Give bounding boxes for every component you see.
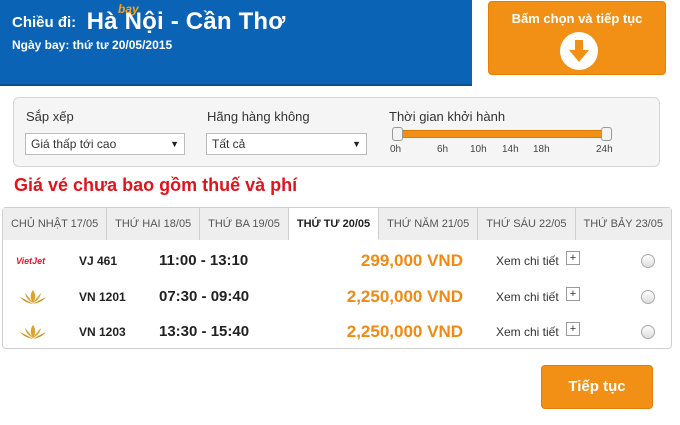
- tick-label: 18h: [533, 144, 550, 155]
- view-detail-link[interactable]: Xem chi tiết: [496, 325, 559, 339]
- dropdown-arrow-icon: ▼: [170, 139, 179, 149]
- tab-day-active[interactable]: THỨ TƯ 20/05: [288, 208, 380, 240]
- flight-code: VN 1201: [79, 290, 126, 304]
- expand-plus-icon[interactable]: +: [566, 251, 580, 265]
- tick-label: 24h: [596, 144, 613, 155]
- arrow-down-circle-icon: [560, 32, 598, 70]
- flight-row[interactable]: VietJet VJ 461 11:00 - 13:10 299,000 VND…: [3, 243, 671, 279]
- lotus-logo-icon: [15, 287, 51, 307]
- flight-code: VJ 461: [79, 254, 118, 268]
- airline-select[interactable]: Tất cả ▼: [206, 133, 367, 155]
- airline-select-value: Tất cả: [212, 137, 246, 151]
- select-flight-radio[interactable]: [641, 290, 655, 304]
- flight-price: 299,000 VND: [360, 251, 463, 270]
- tab-day[interactable]: THỨ BẢY 23/05: [575, 208, 671, 240]
- select-flight-radio[interactable]: [641, 325, 655, 339]
- flight-date: Ngày bay: thứ tư 20/05/2015: [12, 38, 173, 52]
- tax-notice: Giá vé chưa bao gồm thuế và phí: [14, 175, 298, 195]
- flight-time: 13:30 - 15:40: [159, 323, 250, 340]
- tab-day[interactable]: THỨ BA 19/05: [200, 208, 289, 240]
- results-table: CHỦ NHẬT 17/05 THỨ HAI 18/05 THỨ BA 19/0…: [2, 207, 672, 349]
- slider-start-handle[interactable]: [392, 127, 403, 141]
- expand-plus-icon[interactable]: +: [566, 287, 580, 301]
- departure-time-slider[interactable]: [392, 127, 612, 141]
- route-name: Hà Nội - Cần Thơ: [86, 8, 286, 35]
- tick-label: 10h: [470, 144, 487, 155]
- slider-end-handle[interactable]: [601, 127, 612, 141]
- route-prefix: Chiều đi:: [12, 14, 77, 31]
- tab-day[interactable]: THỨ SÁU 22/05: [478, 208, 576, 240]
- sort-select-value: Giá thấp tới cao: [31, 137, 117, 151]
- flight-selection-page: Chiều đi: Hà Nội - Cần Thơ bay Ngày bay:…: [0, 0, 680, 425]
- flight-code: VN 1203: [79, 325, 126, 339]
- sort-select[interactable]: Giá thấp tới cao ▼: [25, 133, 185, 155]
- view-detail-link[interactable]: Xem chi tiết: [496, 290, 559, 304]
- day-tabs: CHỦ NHẬT 17/05 THỨ HAI 18/05 THỨ BA 19/0…: [3, 208, 671, 240]
- flight-price: 2,250,000 VND: [346, 287, 463, 306]
- flight-price: 2,250,000 VND: [346, 322, 463, 341]
- expand-plus-icon[interactable]: +: [566, 322, 580, 336]
- tab-day[interactable]: THỨ HAI 18/05: [107, 208, 201, 240]
- tick-label: 14h: [502, 144, 519, 155]
- select-and-continue-label: Bấm chọn và tiếp tục: [511, 11, 643, 26]
- select-and-continue-button[interactable]: Bấm chọn và tiếp tục: [488, 1, 666, 75]
- filter-panel: Sắp xếp Giá thấp tới cao ▼ Hãng hàng khô…: [13, 97, 660, 167]
- airline-label: Hãng hàng không: [207, 109, 310, 124]
- vietjet-logo-text: VietJet: [16, 256, 46, 266]
- tick-label: 6h: [437, 144, 449, 155]
- flight-row[interactable]: VN 1203 13:30 - 15:40 2,250,000 VND Xem …: [3, 314, 671, 350]
- tab-day[interactable]: CHỦ NHẬT 17/05: [3, 208, 108, 240]
- tick-label: 0h: [390, 144, 402, 155]
- flight-time: 07:30 - 09:40: [159, 288, 250, 305]
- dropdown-arrow-icon: ▼: [352, 139, 361, 149]
- departure-time-label: Thời gian khởi hành: [389, 109, 506, 124]
- view-detail-link[interactable]: Xem chi tiết: [496, 254, 559, 268]
- tab-day[interactable]: THỨ NĂM 21/05: [379, 208, 479, 240]
- route-title: Chiều đi: Hà Nội - Cần Thơ bay: [12, 2, 286, 36]
- lotus-logo-icon: [15, 322, 51, 342]
- sort-label: Sắp xếp: [26, 109, 74, 124]
- vietjet-logo-icon: VietJet: [15, 251, 51, 271]
- bay-mark: bay: [118, 2, 139, 16]
- continue-button[interactable]: Tiếp tục: [541, 365, 653, 409]
- flight-time: 11:00 - 13:10: [159, 252, 249, 269]
- route-header: Chiều đi: Hà Nội - Cần Thơ bay Ngày bay:…: [0, 0, 472, 86]
- flight-row[interactable]: VN 1201 07:30 - 09:40 2,250,000 VND Xem …: [3, 279, 671, 315]
- select-flight-radio[interactable]: [641, 254, 655, 268]
